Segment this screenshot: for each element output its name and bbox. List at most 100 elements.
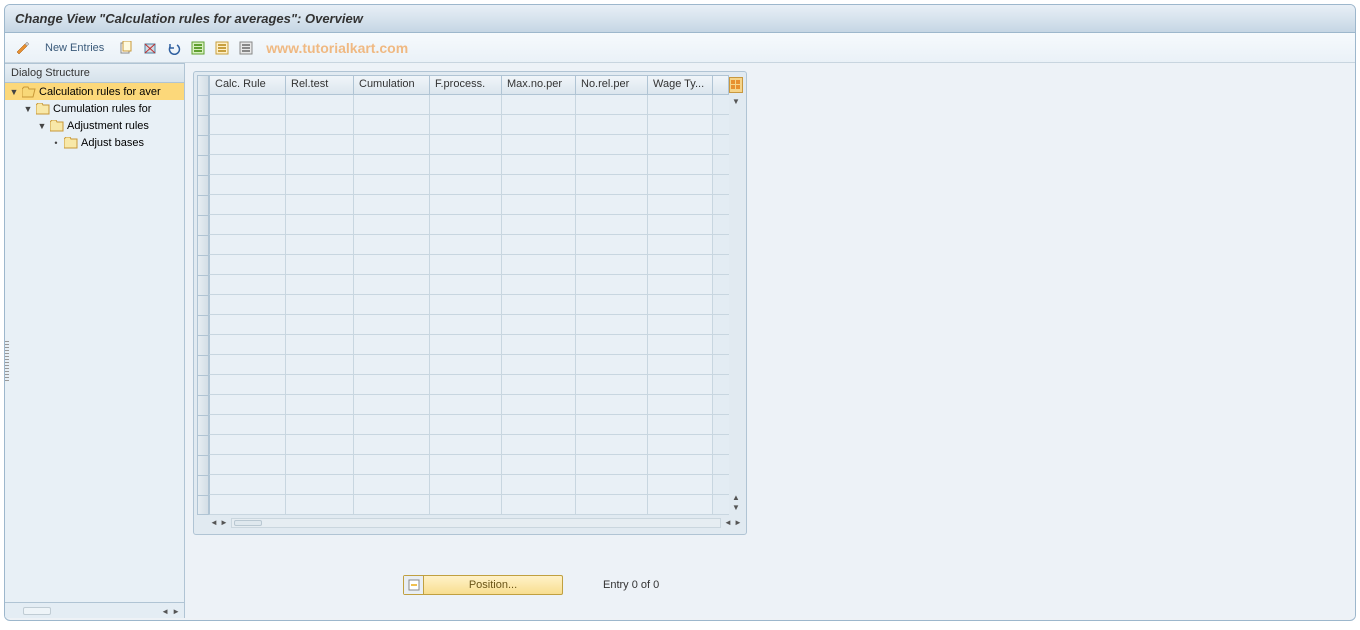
table-cell[interactable] xyxy=(502,275,576,294)
table-cell[interactable] xyxy=(648,395,713,414)
table-cell[interactable] xyxy=(430,235,502,254)
table-cell[interactable] xyxy=(648,235,713,254)
table-cell[interactable] xyxy=(502,95,576,114)
row-selector[interactable] xyxy=(197,375,209,395)
column-header[interactable]: Wage Ty... xyxy=(648,76,713,94)
table-cell[interactable] xyxy=(576,175,648,194)
table-cell[interactable] xyxy=(210,335,286,354)
table-cell[interactable] xyxy=(210,215,286,234)
table-cell[interactable] xyxy=(354,135,430,154)
table-cell[interactable] xyxy=(576,235,648,254)
table-cell[interactable] xyxy=(430,315,502,334)
table-cell[interactable] xyxy=(430,135,502,154)
table-cell[interactable] xyxy=(430,475,502,494)
table-cell[interactable] xyxy=(210,395,286,414)
table-cell[interactable] xyxy=(210,175,286,194)
table-cell[interactable] xyxy=(430,195,502,214)
table-cell[interactable] xyxy=(648,415,713,434)
table-cell[interactable] xyxy=(354,115,430,134)
row-selector[interactable] xyxy=(197,175,209,195)
table-cell[interactable] xyxy=(502,175,576,194)
table-cell[interactable] xyxy=(286,195,354,214)
tree-node[interactable]: ▼Calculation rules for aver xyxy=(5,83,184,100)
table-cell[interactable] xyxy=(576,335,648,354)
table-cell[interactable] xyxy=(576,455,648,474)
table-cell[interactable] xyxy=(648,375,713,394)
row-selector[interactable] xyxy=(197,355,209,375)
row-selector[interactable] xyxy=(197,195,209,215)
row-selector[interactable] xyxy=(197,475,209,495)
table-cell[interactable] xyxy=(354,435,430,454)
table-cell[interactable] xyxy=(286,135,354,154)
table-cell[interactable] xyxy=(354,195,430,214)
row-selector[interactable] xyxy=(197,455,209,475)
table-cell[interactable] xyxy=(354,315,430,334)
table-cell[interactable] xyxy=(210,415,286,434)
table-cell[interactable] xyxy=(430,155,502,174)
table-cell[interactable] xyxy=(210,315,286,334)
table-cell[interactable] xyxy=(576,375,648,394)
table-cell[interactable] xyxy=(210,135,286,154)
table-cell[interactable] xyxy=(210,435,286,454)
table-cell[interactable] xyxy=(354,335,430,354)
select-all-icon[interactable] xyxy=(188,38,208,58)
table-cell[interactable] xyxy=(210,235,286,254)
scroll-left-icon[interactable]: ◄ xyxy=(161,607,169,616)
table-cell[interactable] xyxy=(648,95,713,114)
table-cell[interactable] xyxy=(648,195,713,214)
row-selector[interactable] xyxy=(197,155,209,175)
table-cell[interactable] xyxy=(286,275,354,294)
table-cell[interactable] xyxy=(648,455,713,474)
resize-handle[interactable] xyxy=(5,341,9,381)
collapse-icon[interactable]: ▼ xyxy=(9,87,19,97)
table-cell[interactable] xyxy=(502,315,576,334)
vertical-scrollbar[interactable]: ▼ ▲ ▼ xyxy=(729,75,743,515)
row-selector[interactable] xyxy=(197,95,209,115)
table-cell[interactable] xyxy=(286,95,354,114)
table-cell[interactable] xyxy=(354,235,430,254)
table-cell[interactable] xyxy=(354,295,430,314)
table-cell[interactable] xyxy=(576,135,648,154)
row-selector[interactable] xyxy=(197,395,209,415)
table-cell[interactable] xyxy=(502,235,576,254)
table-cell[interactable] xyxy=(430,275,502,294)
row-selector[interactable] xyxy=(197,335,209,355)
table-cell[interactable] xyxy=(286,255,354,274)
table-cell[interactable] xyxy=(576,415,648,434)
copy-icon[interactable] xyxy=(116,38,136,58)
table-cell[interactable] xyxy=(648,355,713,374)
table-cell[interactable] xyxy=(286,415,354,434)
table-cell[interactable] xyxy=(354,375,430,394)
table-cell[interactable] xyxy=(576,395,648,414)
table-cell[interactable] xyxy=(286,455,354,474)
table-cell[interactable] xyxy=(286,335,354,354)
table-cell[interactable] xyxy=(354,275,430,294)
table-cell[interactable] xyxy=(430,435,502,454)
table-cell[interactable] xyxy=(210,475,286,494)
table-cell[interactable] xyxy=(354,155,430,174)
table-cell[interactable] xyxy=(354,95,430,114)
table-cell[interactable] xyxy=(502,375,576,394)
table-cell[interactable] xyxy=(210,255,286,274)
column-header[interactable]: Cumulation xyxy=(354,76,430,94)
sidebar-scrollbar[interactable]: ◄ ► xyxy=(5,602,184,618)
row-selector[interactable] xyxy=(197,135,209,155)
table-cell[interactable] xyxy=(286,475,354,494)
table-cell[interactable] xyxy=(354,495,430,514)
table-cell[interactable] xyxy=(502,495,576,514)
dialog-structure-tree[interactable]: ▼Calculation rules for aver▼Cumulation r… xyxy=(5,83,184,602)
table-cell[interactable] xyxy=(354,455,430,474)
table-cell[interactable] xyxy=(286,235,354,254)
table-cell[interactable] xyxy=(210,275,286,294)
table-cell[interactable] xyxy=(286,155,354,174)
table-cell[interactable] xyxy=(286,315,354,334)
scroll-down-icon[interactable]: ▼ xyxy=(731,97,741,107)
table-cell[interactable] xyxy=(286,395,354,414)
table-cell[interactable] xyxy=(354,415,430,434)
table-cell[interactable] xyxy=(430,255,502,274)
table-settings-icon[interactable] xyxy=(729,77,743,93)
table-cell[interactable] xyxy=(648,435,713,454)
table-cell[interactable] xyxy=(430,215,502,234)
table-cell[interactable] xyxy=(430,415,502,434)
table-cell[interactable] xyxy=(502,455,576,474)
